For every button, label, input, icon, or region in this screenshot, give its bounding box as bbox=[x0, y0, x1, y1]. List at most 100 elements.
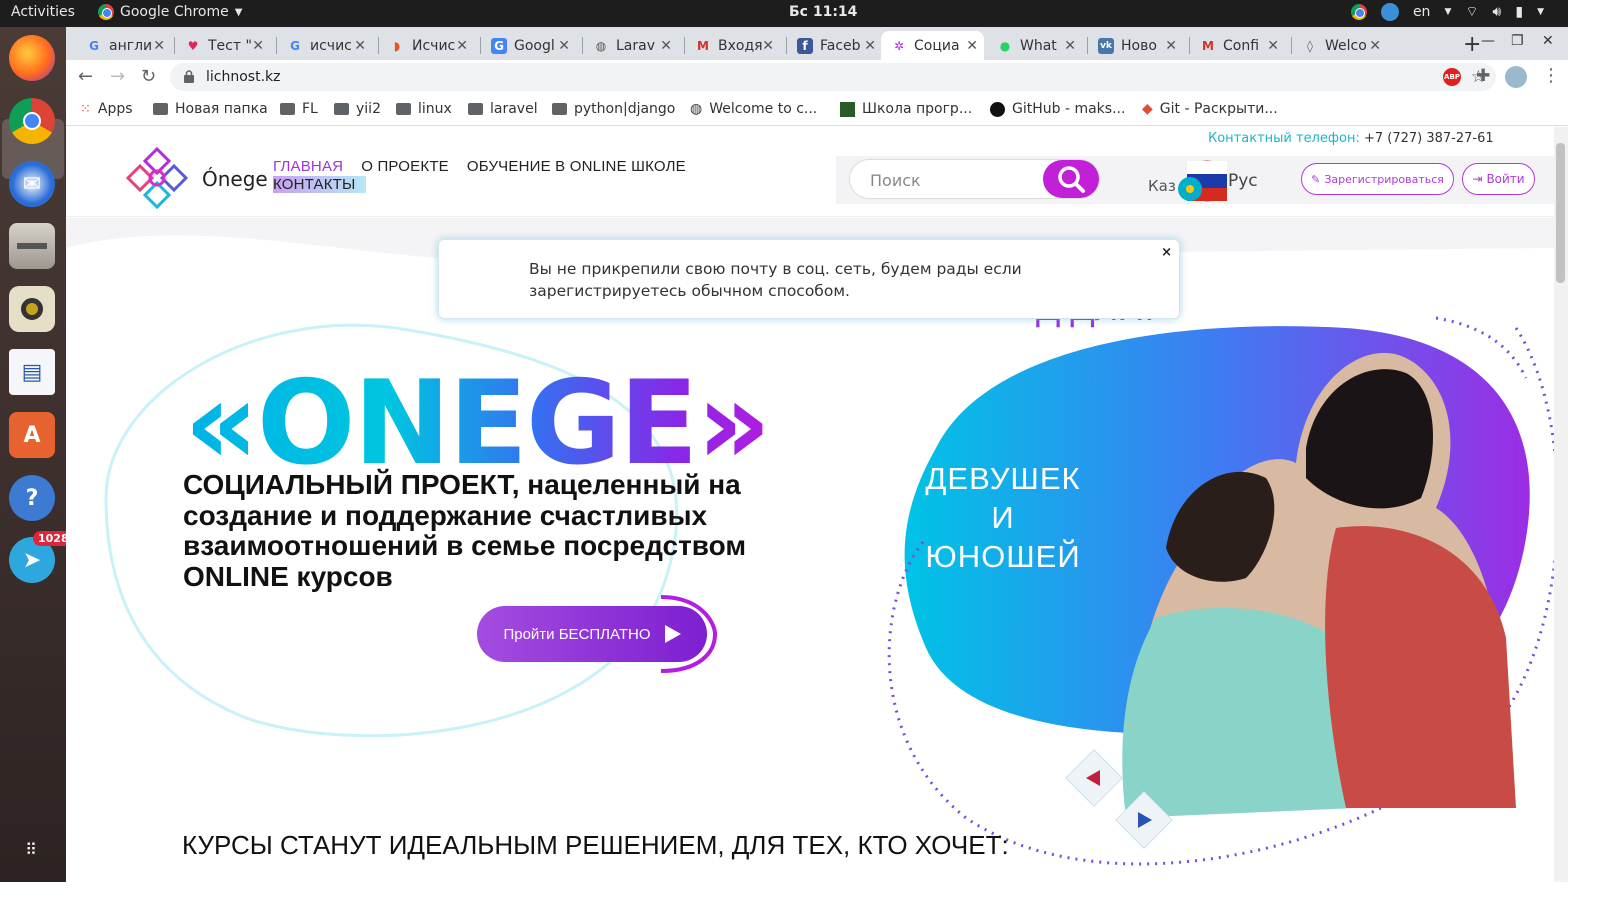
back-button[interactable]: ← bbox=[78, 66, 93, 87]
tab[interactable]: Gангли ✕ bbox=[76, 31, 171, 60]
scrollbar-thumb[interactable] bbox=[1556, 143, 1565, 283]
facebook-icon: f bbox=[797, 37, 813, 54]
battery-icon[interactable]: ▮ bbox=[1515, 4, 1523, 20]
tab[interactable]: G Googl ✕ bbox=[481, 31, 576, 60]
login-icon: ⇥ bbox=[1472, 172, 1483, 186]
show-apps-icon[interactable]: ⠿ bbox=[9, 827, 55, 873]
page-scrollbar[interactable] bbox=[1554, 127, 1568, 882]
launcher-dock: ✉ ▤ A ? ➤ 1028 ⠿ bbox=[0, 27, 74, 882]
close-tab-icon[interactable]: ✕ bbox=[252, 38, 264, 54]
whatsapp-icon: ● bbox=[999, 38, 1011, 53]
bookmark-folder[interactable]: python|django bbox=[552, 101, 675, 117]
search-button[interactable] bbox=[1043, 160, 1099, 198]
tab-active[interactable]: ✲ Социа ✕ bbox=[881, 31, 984, 60]
gmail-icon: M bbox=[697, 38, 709, 53]
help-icon[interactable]: ? bbox=[9, 475, 55, 521]
close-tab-icon[interactable]: ✕ bbox=[1165, 38, 1177, 54]
software-center-icon[interactable]: A bbox=[9, 412, 55, 458]
files-icon[interactable] bbox=[9, 223, 55, 269]
bookmark-link[interactable]: GitHub - maks... bbox=[990, 101, 1125, 117]
close-window-button[interactable]: ✕ bbox=[1542, 33, 1554, 49]
wifi-icon[interactable]: ⌔ bbox=[1465, 3, 1478, 21]
profile-avatar[interactable] bbox=[1505, 66, 1527, 88]
tab[interactable]: f Faceb ✕ bbox=[787, 31, 882, 60]
tab[interactable]: ♥ Тест " ✕ bbox=[175, 31, 270, 60]
maximize-button[interactable]: ❐ bbox=[1511, 33, 1524, 49]
tab[interactable]: Gисчис ✕ bbox=[277, 31, 372, 60]
tab[interactable]: ● What ✕ bbox=[987, 31, 1082, 60]
chrome-indicator-icon[interactable] bbox=[1350, 4, 1367, 20]
chrome-icon bbox=[98, 4, 114, 20]
address-bar[interactable]: lichnost.kz ☆ bbox=[170, 63, 1496, 91]
rhythmbox-icon[interactable] bbox=[9, 286, 55, 332]
bookmark-folder[interactable]: yii2 bbox=[334, 101, 381, 117]
menu-icon[interactable]: ⋮ bbox=[1542, 65, 1560, 86]
contact-phone: Контактный телефон: +7 (727) 387-27-61 bbox=[1208, 131, 1494, 146]
bookmark-apps[interactable]: ⁙ Apps bbox=[80, 101, 133, 117]
bookmark-link[interactable]: Школа прогр... bbox=[840, 101, 972, 117]
tab[interactable]: ◊ Welco ✕ bbox=[1292, 31, 1387, 60]
nav-contacts[interactable]: КОНТАКТЫ bbox=[273, 176, 366, 193]
close-tab-icon[interactable]: ✕ bbox=[660, 38, 672, 54]
close-tab-icon[interactable]: ✕ bbox=[1064, 38, 1076, 54]
language-indicator[interactable]: en bbox=[1413, 4, 1431, 20]
close-tab-icon[interactable]: ✕ bbox=[354, 38, 366, 54]
new-tab-button[interactable]: + bbox=[1463, 32, 1481, 57]
activities-button[interactable]: Activities bbox=[11, 4, 75, 20]
audience-label: ДЕВУШЕК И ЮНОШЕЙ bbox=[925, 461, 1081, 574]
reload-button[interactable]: ↻ bbox=[141, 66, 156, 87]
lock-icon bbox=[184, 70, 194, 83]
close-tab-icon[interactable]: ✕ bbox=[1267, 38, 1279, 54]
register-button[interactable]: ✎ Зарегистрироваться bbox=[1301, 163, 1454, 195]
close-tab-icon[interactable]: ✕ bbox=[456, 38, 468, 54]
chevron-down-icon: ▼ bbox=[1444, 7, 1452, 17]
tab[interactable]: vk Ново ✕ bbox=[1088, 31, 1183, 60]
chrome-icon[interactable] bbox=[9, 98, 55, 144]
close-tab-icon[interactable]: ✕ bbox=[153, 38, 165, 54]
gmail-icon: M bbox=[1202, 38, 1214, 53]
search-icon bbox=[1058, 166, 1085, 193]
bookmark-folder[interactable]: Новая папка bbox=[153, 101, 268, 117]
thunderbird-icon[interactable]: ✉ bbox=[9, 161, 55, 207]
try-free-button[interactable]: Пройти БЕСПЛАТНО bbox=[477, 606, 707, 662]
close-tab-icon[interactable]: ✕ bbox=[558, 38, 570, 54]
clock[interactable]: Бс 11:14 bbox=[789, 4, 857, 20]
language-flags-icon[interactable] bbox=[1171, 159, 1227, 203]
volume-icon[interactable]: 🔊︎ bbox=[1493, 4, 1502, 20]
web-page: Контактный телефон: +7 (727) 387-27-61 Ó… bbox=[66, 127, 1554, 882]
close-tab-icon[interactable]: ✕ bbox=[864, 38, 876, 54]
extensions-icon[interactable]: ✚ bbox=[1476, 66, 1490, 86]
telegram-icon[interactable]: ➤ 1028 bbox=[9, 531, 74, 583]
lang-ru[interactable]: Рус bbox=[1228, 171, 1258, 191]
logo-text[interactable]: Ónege bbox=[202, 167, 268, 191]
app-menu[interactable]: Google Chrome ▼ bbox=[98, 4, 242, 20]
folder-icon bbox=[334, 103, 349, 115]
git-icon: ◆ bbox=[1142, 101, 1153, 117]
nav-home[interactable]: ГЛАВНАЯ bbox=[273, 158, 343, 175]
update-icon[interactable] bbox=[1380, 3, 1399, 21]
nav-school[interactable]: ОБУЧЕНИЕ В ONLINE ШКОЛЕ bbox=[467, 158, 686, 175]
bookmark-folder[interactable]: laravel bbox=[468, 101, 538, 117]
heart-icon: ♥ bbox=[187, 38, 199, 53]
bookmark-link[interactable]: ◍ Welcome to c... bbox=[690, 101, 817, 117]
close-tab-icon[interactable]: ✕ bbox=[762, 38, 774, 54]
bookmark-folder[interactable]: FL bbox=[280, 101, 318, 117]
tab[interactable]: ◗ Исчис ✕ bbox=[379, 31, 474, 60]
tab[interactable]: M Входя ✕ bbox=[685, 31, 780, 60]
close-icon[interactable]: × bbox=[1161, 242, 1172, 264]
minimize-button[interactable]: — bbox=[1481, 33, 1495, 49]
writer-icon[interactable]: ▤ bbox=[9, 349, 55, 395]
bookmark-link[interactable]: ◆ Git - Раскрыти... bbox=[1142, 101, 1278, 117]
close-tab-icon[interactable]: ✕ bbox=[966, 38, 978, 54]
login-button[interactable]: ⇥ Войти bbox=[1462, 163, 1535, 195]
bookmark-folder[interactable]: linux bbox=[396, 101, 452, 117]
firefox-icon[interactable] bbox=[9, 35, 55, 81]
onege-logo-icon[interactable] bbox=[124, 145, 190, 211]
tab[interactable]: M Confi ✕ bbox=[1190, 31, 1285, 60]
close-tab-icon[interactable]: ✕ bbox=[1369, 38, 1381, 54]
system-tray[interactable]: en ▼ ⌔ 🔊︎ ▮ ▼ bbox=[1350, 3, 1544, 21]
tab[interactable]: ◍ Larav ✕ bbox=[583, 31, 678, 60]
nav-about[interactable]: О ПРОЕКТЕ bbox=[361, 158, 449, 175]
adblock-icon[interactable]: ABP bbox=[1443, 68, 1461, 86]
forward-button[interactable]: → bbox=[110, 66, 125, 87]
